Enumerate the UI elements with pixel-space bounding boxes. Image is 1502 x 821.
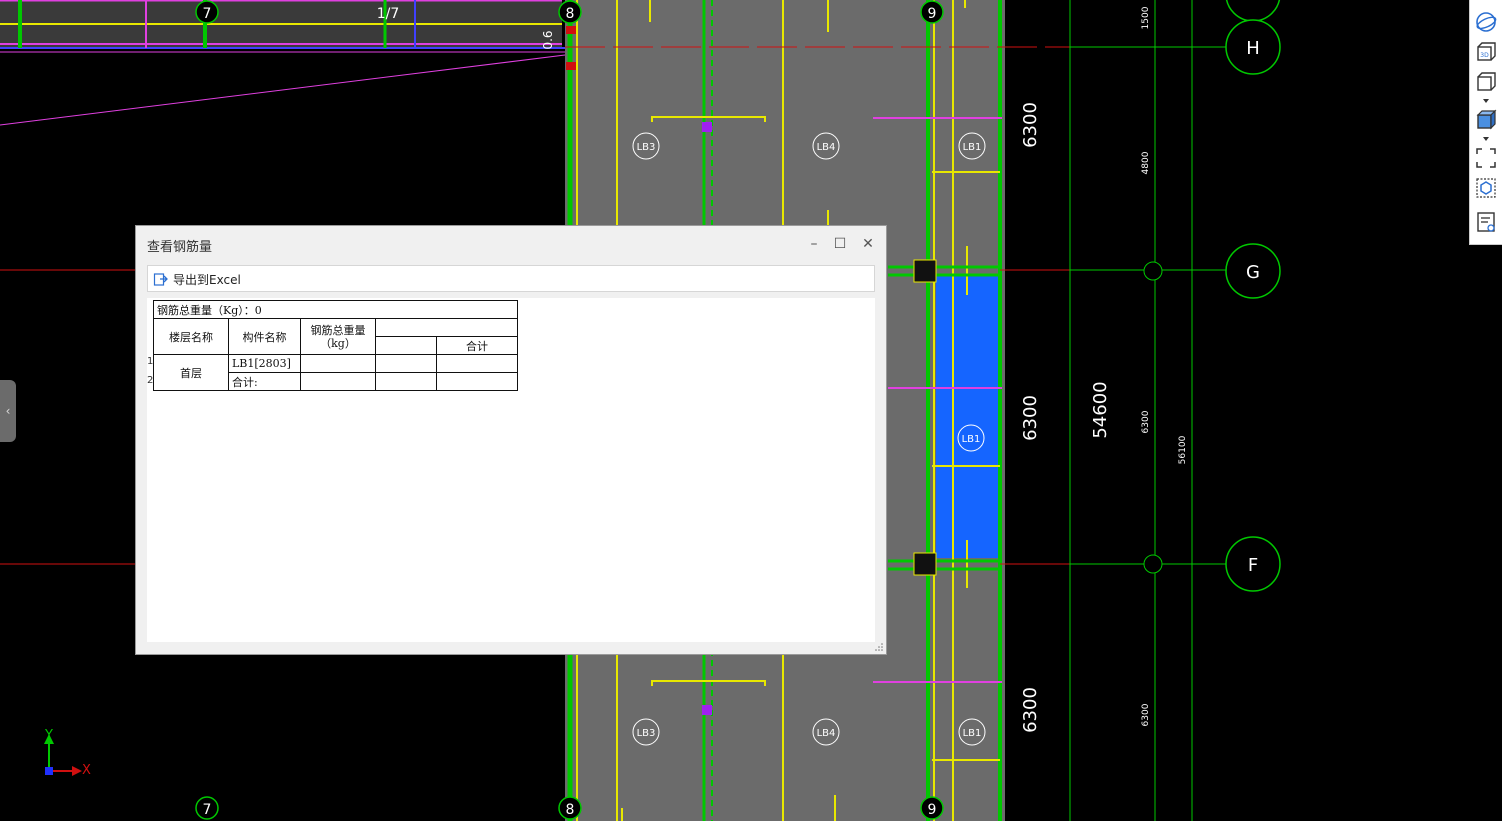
slab-label-lb1-bottom: LB1 — [963, 728, 982, 739]
solid-box-icon[interactable] — [1474, 108, 1498, 132]
header-total-weight: 钢筋总重量 （kg） — [300, 318, 376, 355]
dim-56100: 56100 — [1178, 435, 1188, 464]
cell-weight-1 — [300, 354, 376, 373]
slab-label-lb1-mid: LB1 — [962, 434, 981, 445]
export-excel-label: 导出到Excel — [173, 272, 241, 287]
fullscreen-icon[interactable] — [1474, 146, 1498, 170]
axis-x-label: X — [82, 763, 91, 778]
note-0-6: 0.6 — [541, 30, 555, 49]
chevron-left-icon: ‹ — [5, 404, 11, 418]
svg-text:3D: 3D — [1480, 52, 1489, 59]
table-row: 首层 LB1[2803] — [153, 354, 518, 391]
dim-small-6300-bottom: 6300 — [1141, 703, 1151, 726]
close-button[interactable]: ✕ — [858, 234, 878, 254]
side-panel-handle[interactable]: ‹ — [0, 380, 16, 442]
maximize-button[interactable]: ☐ — [830, 234, 850, 254]
cell-sum-1 — [436, 354, 518, 373]
header-sub-empty — [375, 336, 437, 355]
cube-select-icon[interactable] — [1474, 176, 1498, 200]
caret-down-icon-2[interactable] — [1482, 136, 1490, 142]
minimize-icon: – — [810, 236, 818, 252]
dialog-toolbar: 导出到Excel — [147, 265, 875, 292]
axis-bubble-bottom-9: 9 — [928, 802, 937, 818]
slab-label-lb3-bottom: LB3 — [637, 728, 656, 739]
dim-6300-top: 6300 — [1020, 102, 1041, 148]
3d-view-icon[interactable]: 3D — [1474, 40, 1498, 64]
axis-bubble-top-8: 8 — [566, 6, 575, 22]
cell-floor-value: 首层 — [153, 354, 229, 391]
cell-component-2: 合计: — [228, 372, 301, 391]
axis-bubble-f: F — [1248, 555, 1258, 576]
axis-bubble-bottom-7: 7 — [203, 802, 212, 818]
rebar-quantity-dialog: 查看钢筋量 – ☐ ✕ 导出到Excel 1 2 钢筋总重量（Kg）：0 楼层名… — [135, 225, 887, 655]
cell-sum-2 — [436, 372, 518, 391]
top-beam-strip — [0, 0, 570, 53]
dialog-title: 查看钢筋量 — [147, 240, 213, 255]
export-icon — [153, 273, 168, 286]
close-icon: ✕ — [862, 236, 874, 252]
slab-label-lb1-top: LB1 — [963, 142, 982, 153]
dim-6300-mid: 6300 — [1020, 395, 1041, 441]
resize-grip-icon[interactable] — [875, 643, 883, 651]
selected-slab-highlight — [936, 276, 998, 558]
cell-weight-2 — [300, 372, 376, 391]
list-settings-icon[interactable] — [1474, 210, 1498, 234]
axis-bubble-bottom-8: 8 — [566, 802, 575, 818]
dim-6300-bottom: 6300 — [1020, 687, 1041, 733]
header-floor-name: 楼层名称 — [153, 318, 229, 355]
axis-bubble-h: H — [1246, 38, 1260, 59]
cell-component-1: LB1[2803] — [228, 354, 301, 373]
box-view-icon[interactable] — [1474, 70, 1498, 94]
slab-label-lb4-top: LB4 — [817, 142, 836, 153]
cell-sub-1 — [375, 354, 437, 373]
header-group-empty — [375, 318, 518, 337]
header-sum: 合计 — [436, 336, 518, 355]
cell-sub-2 — [375, 372, 437, 391]
axis-bubble-g: G — [1246, 262, 1260, 283]
rebar-table: 钢筋总重量（Kg）：0 楼层名称 构件名称 钢筋总重量 （kg） 合计 首层 L… — [153, 300, 518, 391]
axis-bubble-top-1-7: 1/7 — [377, 6, 400, 22]
sphere-view-icon[interactable] — [1474, 10, 1498, 34]
dim-54600: 54600 — [1090, 381, 1111, 438]
slab-label-lb4-bottom: LB4 — [817, 728, 836, 739]
dim-1500: 1500 — [1141, 6, 1151, 29]
dim-4800: 4800 — [1141, 151, 1151, 174]
minimize-button[interactable]: – — [804, 234, 824, 254]
dim-small-6300-mid: 6300 — [1141, 410, 1151, 433]
caret-down-icon[interactable] — [1482, 98, 1490, 104]
axis-y-label: Y — [45, 728, 53, 743]
header-component-name: 构件名称 — [228, 318, 301, 355]
axis-bubble-top-7: 7 — [203, 6, 212, 22]
view-toolbar: 3D — [1469, 0, 1502, 245]
export-excel-button[interactable]: 导出到Excel — [153, 269, 241, 289]
total-weight-cell: 钢筋总重量（Kg）：0 — [153, 300, 518, 319]
axis-bubble-top-9: 9 — [928, 6, 937, 22]
report-area[interactable]: 1 2 钢筋总重量（Kg）：0 楼层名称 构件名称 钢筋总重量 （kg） 合计 … — [147, 298, 875, 642]
maximize-icon: ☐ — [833, 236, 847, 252]
slab-label-lb3-top: LB3 — [637, 142, 656, 153]
